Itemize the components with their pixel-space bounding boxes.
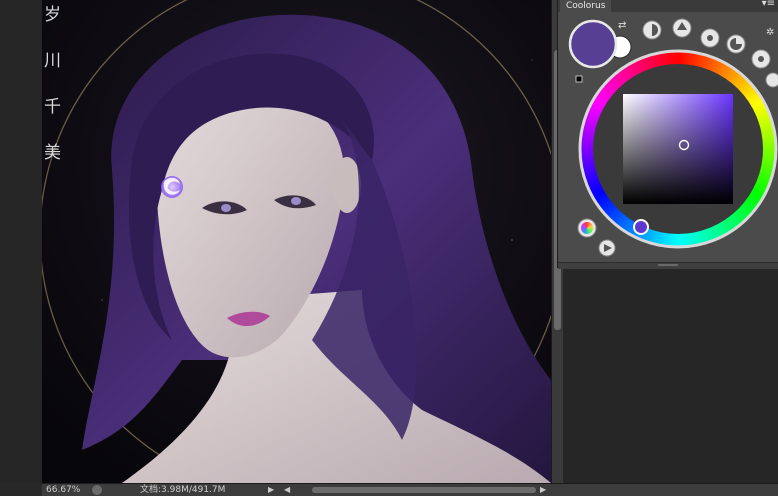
svg-text:美: 美	[44, 143, 61, 163]
panel-resize-grip[interactable]	[658, 264, 678, 266]
swap-colors-icon[interactable]: ⇄	[618, 20, 626, 31]
workspace-empty-area	[563, 268, 778, 483]
status-menu-arrow[interactable]: ▶	[268, 484, 274, 496]
document-info: 文档:3.98M/491.7M	[140, 485, 226, 495]
coolorus-panel: Coolorus ▾≡ ⇄ ✲	[557, 0, 778, 269]
status-info-icon[interactable]	[92, 485, 102, 495]
scroll-right-arrow[interactable]: ▶	[540, 484, 546, 496]
panel-menu-icon[interactable]: ▾≡	[762, 0, 775, 9]
panel-header: Coolorus ▾≡	[558, 0, 778, 12]
zoom-level[interactable]: 66.67%	[46, 484, 80, 496]
svg-text:岁: 岁	[44, 5, 61, 25]
horizontal-scroll-thumb[interactable]	[312, 487, 536, 493]
forehead-mark	[161, 176, 183, 198]
document-canvas[interactable]: 岁 川 千 美	[42, 0, 551, 483]
panel-tab-coolorus[interactable]: Coolorus	[560, 0, 612, 12]
svg-text:千: 千	[44, 97, 61, 117]
hue-marker[interactable]	[633, 219, 649, 235]
svg-text:川: 川	[44, 51, 61, 71]
settings-gear-icon[interactable]: ✲	[766, 27, 774, 38]
workspace-gutter	[0, 0, 42, 483]
scroll-left-arrow[interactable]: ◀	[284, 484, 290, 496]
ear	[333, 157, 361, 213]
status-bar: 66.67% 文档:3.98M/491.7M ▶ ◀ ▶	[42, 483, 778, 496]
